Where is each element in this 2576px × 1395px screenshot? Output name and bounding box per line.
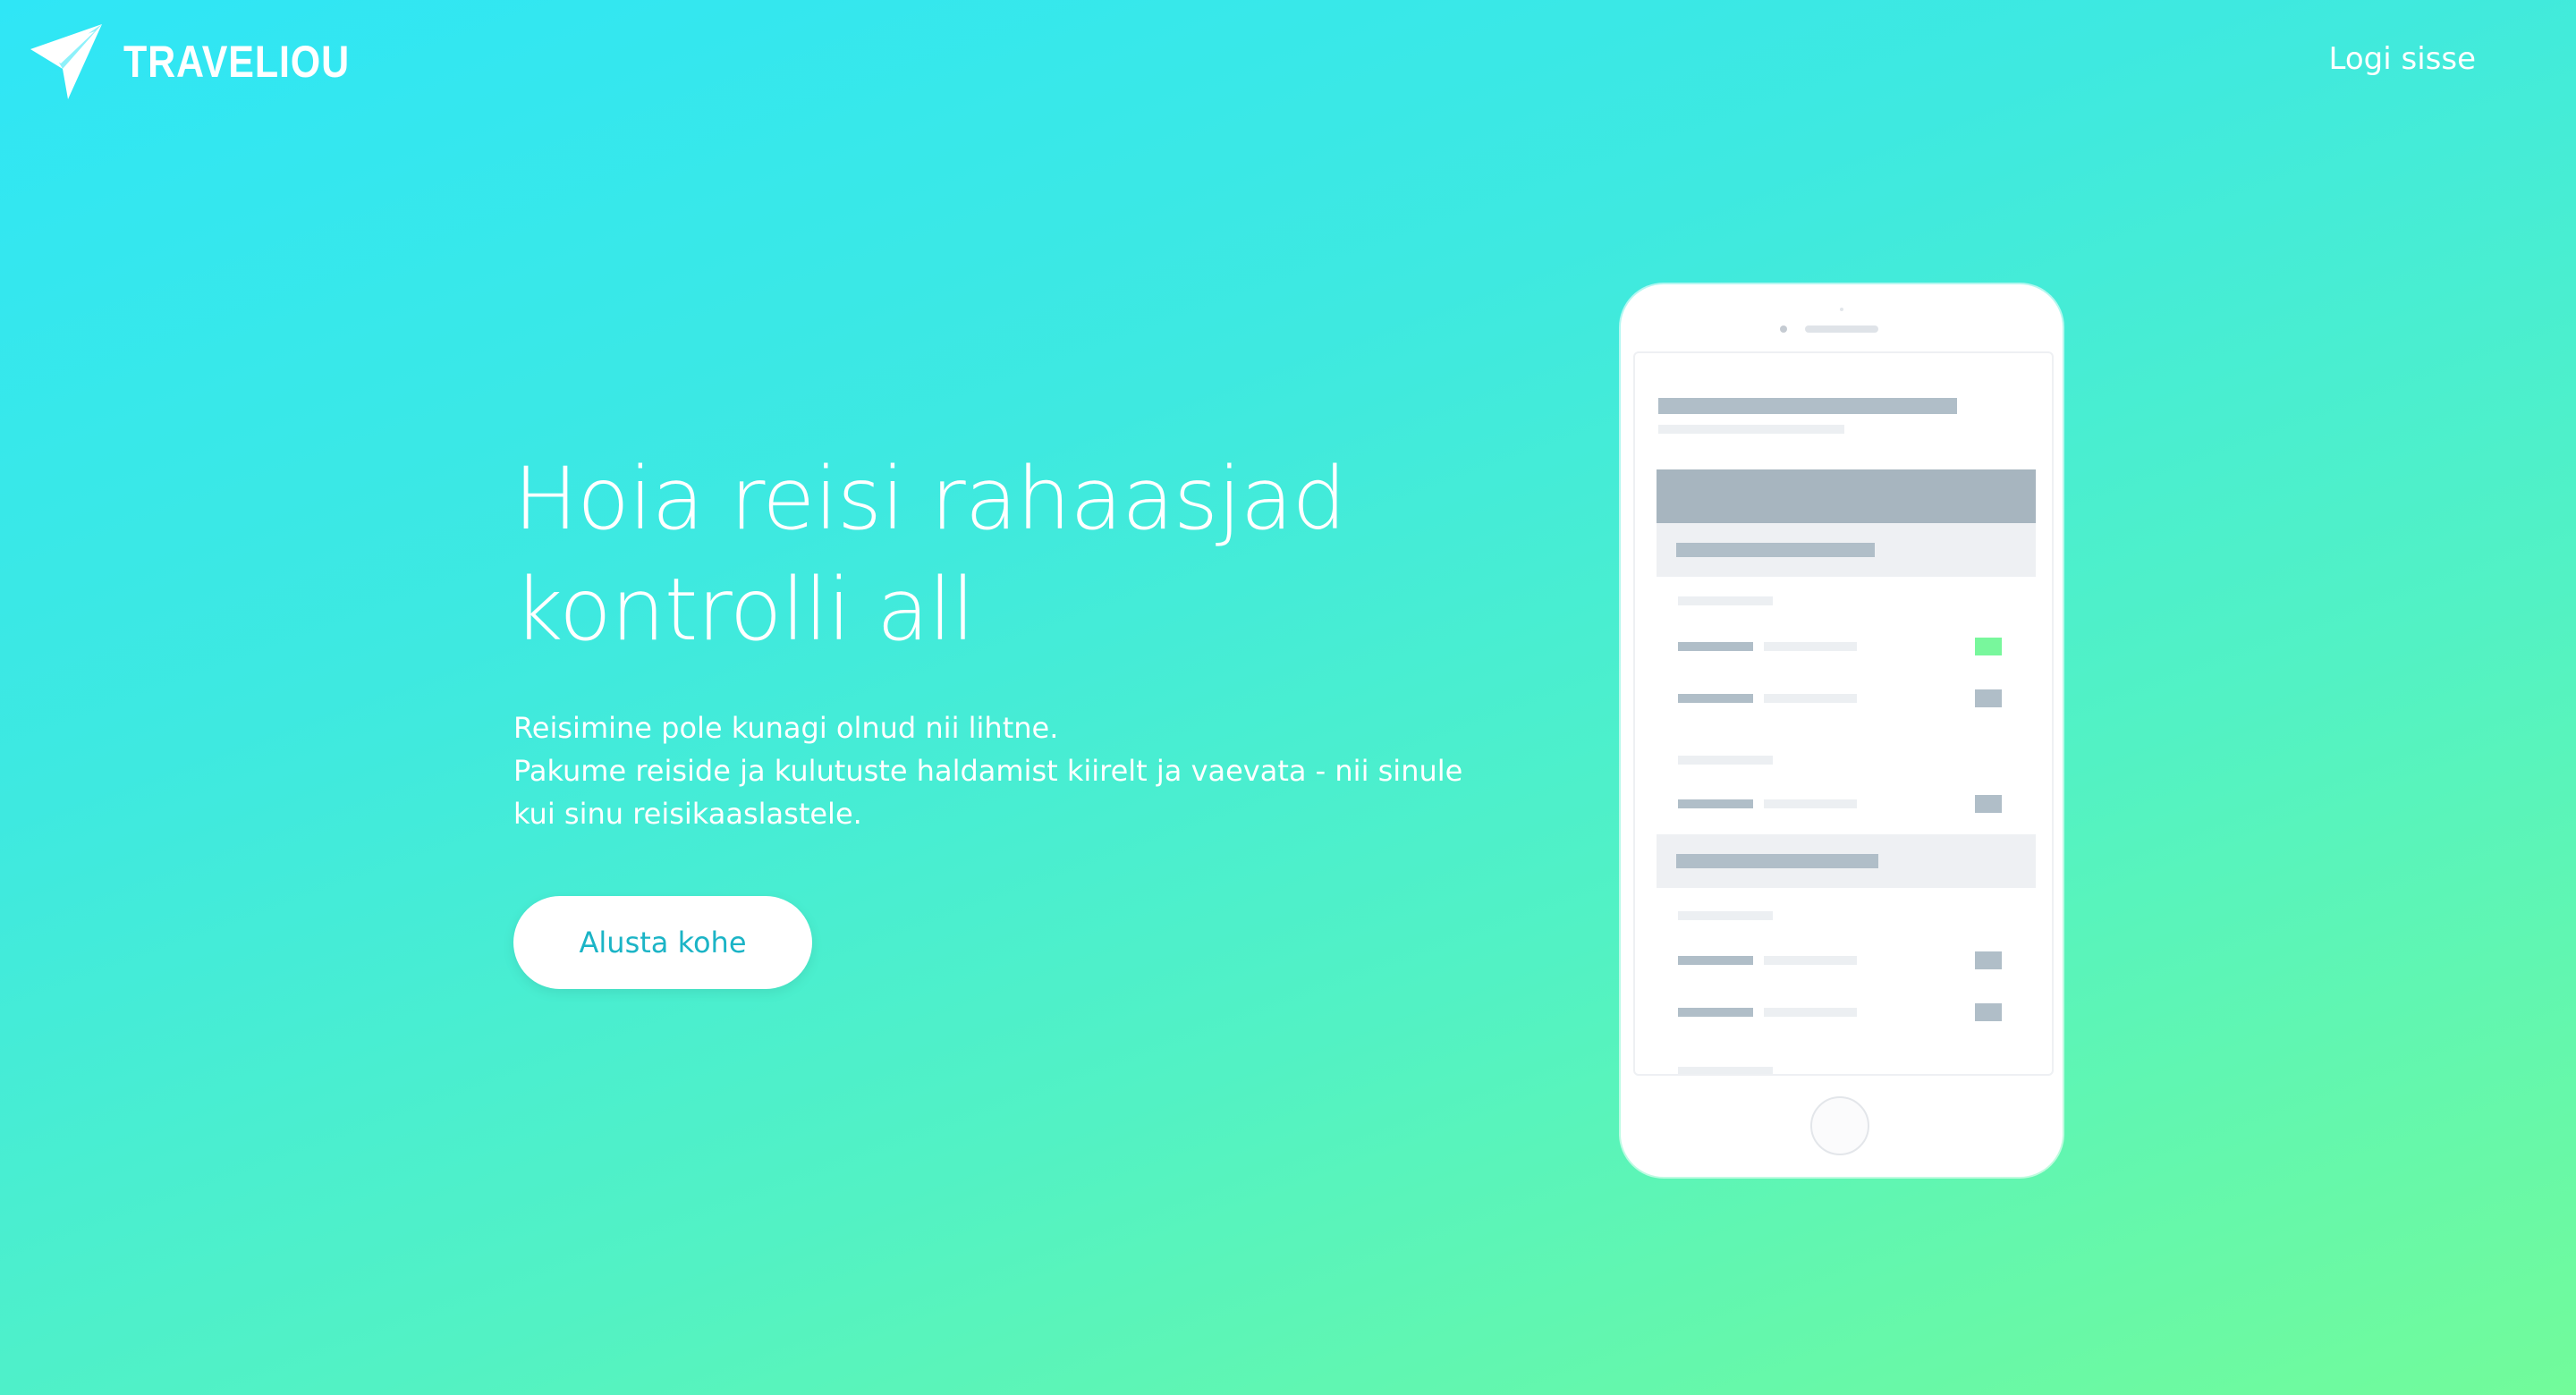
group-label-placeholder [1678, 911, 1773, 920]
row-value-placeholder [1764, 1008, 1857, 1017]
row-label-placeholder [1678, 1008, 1753, 1017]
paper-plane-icon [30, 24, 102, 99]
login-link[interactable]: Logi sisse [2329, 41, 2477, 77]
row-label-placeholder [1678, 694, 1753, 703]
section-label-placeholder [1676, 854, 1878, 868]
section-header-placeholder [1657, 469, 2036, 523]
hero-description-line: Pakume reiside ja kulutuste haldamist ki… [513, 754, 1463, 788]
hero-title-line: Hoia reisi rahaasjad [513, 449, 1346, 549]
row-status-neutral [1975, 795, 2002, 813]
hero-description-line: kui sinu reisikaaslastele. [513, 797, 862, 831]
hero-title: Hoia reisi rahaasjad kontrolli all [513, 444, 1408, 665]
group-label-placeholder [1678, 756, 1773, 765]
row-label-placeholder [1678, 642, 1753, 651]
row-status-neutral [1975, 951, 2002, 969]
hero-description: Reisimine pole kunagi olnud nii lihtne. … [513, 706, 1463, 835]
row-status-accent [1975, 638, 2002, 655]
group-label-placeholder [1678, 596, 1773, 605]
phone-home-button [1810, 1096, 1869, 1155]
group-label-placeholder [1678, 1067, 1773, 1074]
row-value-placeholder [1764, 694, 1857, 703]
row-label-placeholder [1678, 956, 1753, 965]
row-value-placeholder [1764, 956, 1857, 965]
brand-name: TRAVELIOU [123, 37, 351, 87]
hero-description-line: Reisimine pole kunagi olnud nii lihtne. [513, 711, 1059, 745]
hero-title-line: kontrolli all [513, 560, 975, 660]
section-label-placeholder [1676, 543, 1875, 557]
row-label-placeholder [1678, 799, 1753, 808]
phone-screen [1633, 351, 2054, 1076]
row-value-placeholder [1764, 799, 1857, 808]
screen-title-placeholder [1658, 398, 1957, 414]
phone-mockup [1621, 284, 2063, 1177]
row-status-neutral [1975, 1003, 2002, 1021]
screen-subtitle-placeholder [1658, 425, 1844, 434]
phone-sensor [1840, 308, 1843, 311]
phone-camera-icon [1780, 326, 1787, 333]
phone-speaker [1805, 326, 1878, 333]
row-status-neutral [1975, 689, 2002, 707]
start-now-button[interactable]: Alusta kohe [513, 896, 812, 989]
row-value-placeholder [1764, 642, 1857, 651]
brand-logo[interactable]: TRAVELIOU [29, 21, 386, 102]
